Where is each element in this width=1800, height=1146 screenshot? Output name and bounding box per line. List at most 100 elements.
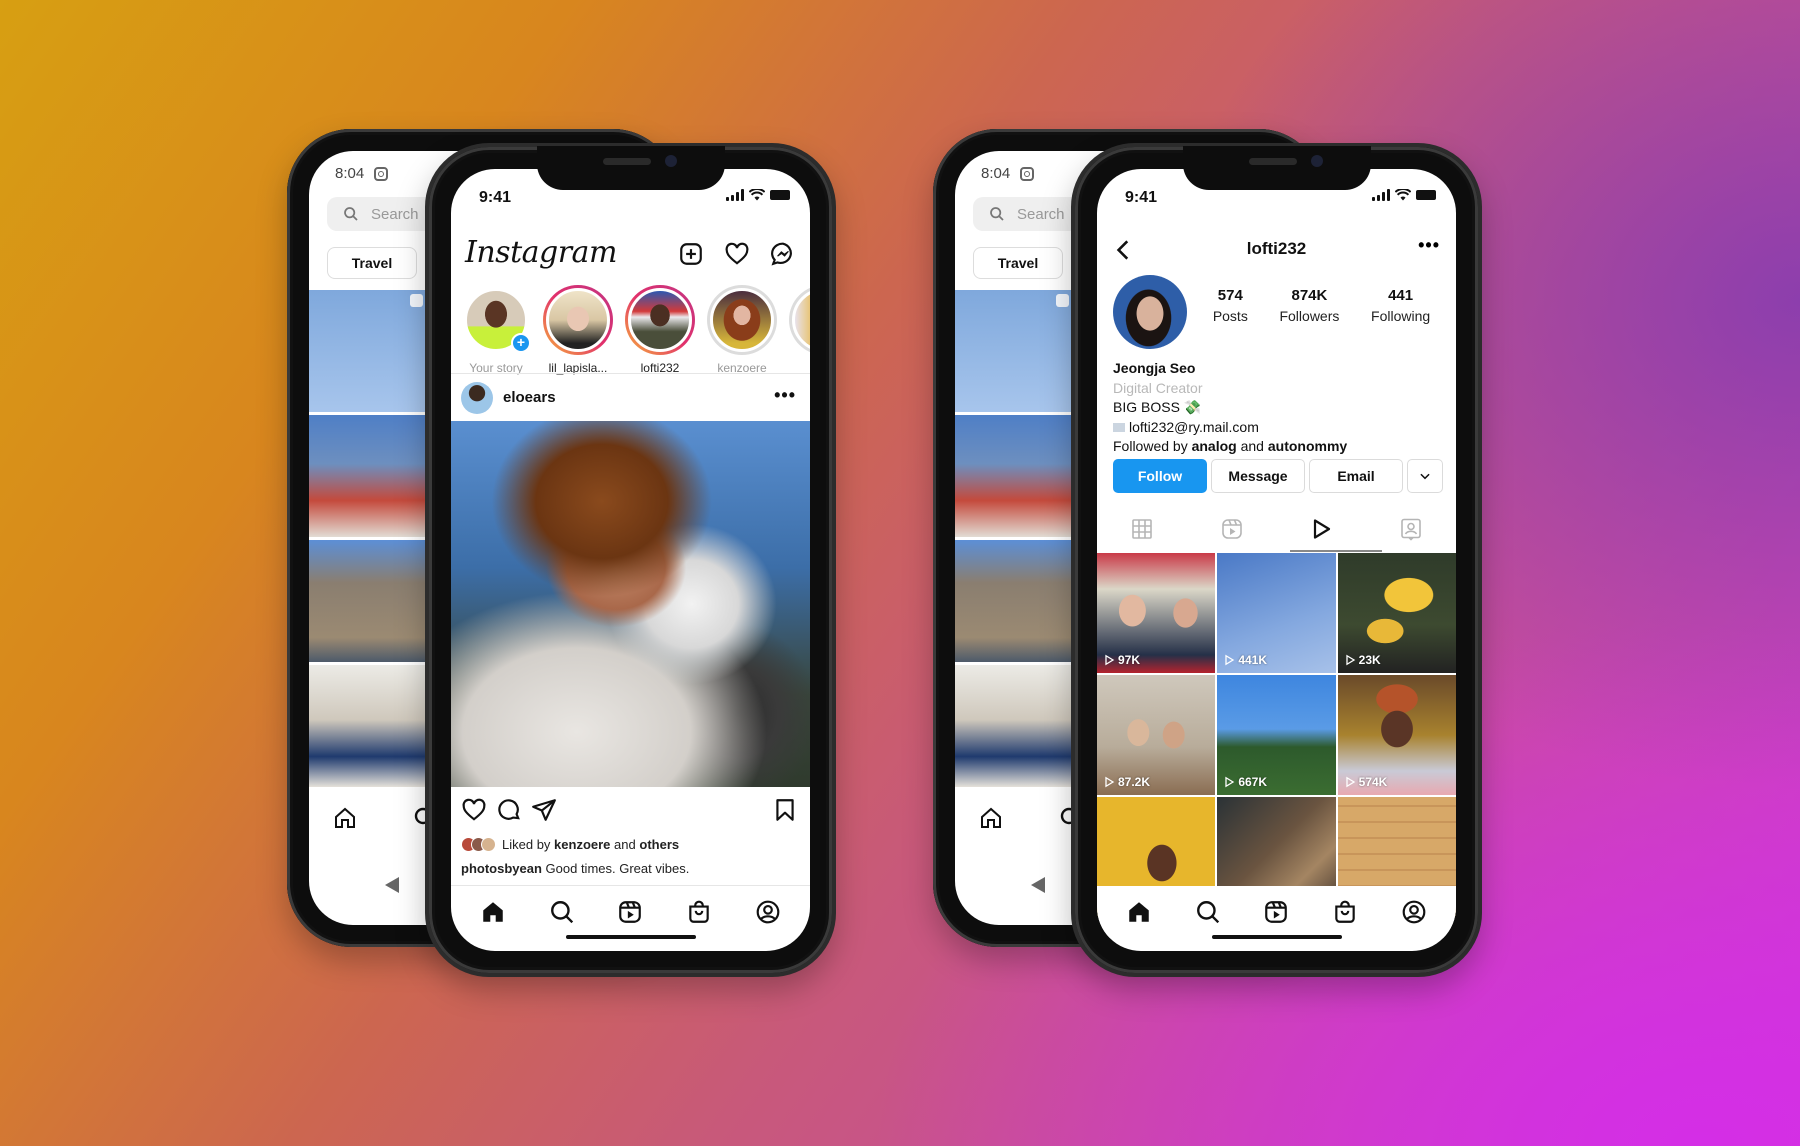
profile-stats: 574 Posts 874K Followers 441 Following	[1197, 287, 1446, 324]
wifi-icon	[1395, 189, 1411, 201]
explore-tile[interactable]	[309, 290, 429, 412]
post-author-username[interactable]: eloears	[503, 389, 556, 406]
bio-email[interactable]: lofti232@ry.mail.com	[1113, 418, 1347, 438]
video-tile[interactable]: 667K	[1217, 675, 1336, 795]
video-tile[interactable]: 441K	[1217, 553, 1336, 673]
reels-icon[interactable]	[617, 899, 643, 925]
video-tile[interactable]: 97K	[1097, 553, 1216, 673]
followed-by-user[interactable]: autonommy	[1268, 438, 1347, 454]
tagged-icon[interactable]	[1399, 517, 1423, 541]
video-tile[interactable]: 23K	[1337, 553, 1456, 673]
story-your-story[interactable]: + Your story	[461, 285, 531, 375]
explore-tile[interactable]	[955, 540, 1075, 662]
home-icon[interactable]	[333, 806, 357, 830]
profile-username: lofti232	[1246, 239, 1307, 258]
more-options-icon[interactable]: •••	[774, 385, 796, 406]
search-icon[interactable]	[549, 899, 575, 925]
stat-label: Following	[1371, 308, 1431, 324]
liker-avatars	[461, 837, 496, 852]
chip-travel[interactable]: Travel	[973, 247, 1063, 279]
post-header: eloears •••	[451, 375, 810, 421]
suggested-dropdown-button[interactable]	[1407, 459, 1443, 493]
home-icon[interactable]	[1126, 899, 1152, 925]
story-item[interactable]: lofti232	[625, 285, 695, 375]
more-options-icon[interactable]: •••	[1418, 235, 1440, 256]
stat-following[interactable]: 441 Following	[1371, 287, 1430, 324]
email-text: lofti232@ry.mail.com	[1129, 418, 1259, 435]
feed-screen: 9:41 Instagram + Your story lil_lapisla.…	[451, 169, 810, 951]
caption-username[interactable]: photosbyean	[461, 861, 542, 876]
stat-posts[interactable]: 574 Posts	[1213, 287, 1248, 324]
liked-by-others[interactable]: others	[639, 837, 679, 852]
stat-followers[interactable]: 874K Followers	[1279, 287, 1339, 324]
status-time: 8:04	[981, 165, 1011, 182]
followed-by-and: and	[1240, 438, 1264, 454]
grid-icon[interactable]	[1130, 517, 1154, 541]
status-time: 9:41	[1125, 189, 1158, 206]
share-icon[interactable]	[531, 797, 557, 823]
messenger-icon[interactable]	[770, 241, 796, 267]
comment-icon[interactable]	[496, 797, 522, 823]
story-item[interactable]: kenzoere	[707, 285, 777, 375]
home-indicator[interactable]	[1211, 935, 1342, 939]
story-item[interactable]: lil_lapisla...	[543, 285, 613, 375]
home-indicator[interactable]	[565, 935, 696, 939]
reels-icon[interactable]	[1220, 517, 1244, 541]
email-button[interactable]: Email	[1309, 459, 1403, 493]
story-avatar	[710, 288, 774, 352]
explore-tile[interactable]	[309, 540, 429, 662]
view-count: 87.2K	[1103, 775, 1150, 789]
story-item[interactable]: sapp	[789, 285, 810, 375]
chip-travel[interactable]: Travel	[327, 247, 417, 279]
search-icon[interactable]	[1195, 899, 1221, 925]
feed-phone: 9:41 Instagram + Your story lil_lapisla.…	[425, 143, 836, 977]
post-caption: photosbyean Good times. Great vibes.	[461, 861, 689, 876]
home-icon[interactable]	[979, 806, 1003, 830]
explore-tile[interactable]	[955, 415, 1075, 537]
story-avatar	[546, 288, 610, 352]
stat-label: Followers	[1279, 308, 1340, 324]
message-button[interactable]: Message	[1211, 459, 1305, 493]
view-count: 667K	[1223, 775, 1267, 789]
video-tile[interactable]: 87.2K	[1097, 675, 1216, 795]
likes-summary[interactable]: Liked by kenzoere and others	[461, 837, 679, 852]
profile-actions: Follow Message Email	[1113, 459, 1443, 493]
profile-icon[interactable]	[755, 899, 781, 925]
profile-category: Digital Creator	[1113, 379, 1203, 396]
stat-label: Posts	[1212, 308, 1248, 324]
android-back-icon[interactable]	[1031, 877, 1045, 893]
story-avatar	[628, 288, 692, 352]
profile-icon[interactable]	[1401, 899, 1427, 925]
android-back-icon[interactable]	[385, 877, 399, 893]
like-icon[interactable]	[461, 797, 487, 823]
video-tile[interactable]: 574K	[1337, 675, 1456, 795]
liked-by-user[interactable]: kenzoere	[554, 837, 610, 852]
status-bar: 8:04	[981, 165, 1035, 182]
profile-avatar[interactable]	[1113, 275, 1187, 349]
chevron-down-icon	[1420, 473, 1430, 480]
explore-tile[interactable]	[309, 415, 429, 537]
follow-button[interactable]: Follow	[1113, 459, 1207, 493]
explore-tile[interactable]	[955, 290, 1075, 412]
stat-value: 574	[1217, 287, 1243, 304]
post-image[interactable]	[451, 421, 810, 787]
followed-by-user[interactable]: analog	[1192, 438, 1237, 454]
explore-tile[interactable]	[955, 665, 1075, 787]
heart-icon[interactable]	[724, 241, 750, 267]
new-post-icon[interactable]	[678, 241, 704, 267]
add-story-icon[interactable]: +	[511, 333, 531, 353]
explore-tile[interactable]	[309, 665, 429, 787]
stories-tray: + Your story lil_lapisla... lofti232 ken…	[461, 285, 810, 375]
play-icon	[1346, 776, 1355, 788]
save-icon[interactable]	[772, 797, 798, 823]
play-icon	[1225, 654, 1235, 666]
reels-icon[interactable]	[1263, 899, 1289, 925]
play-icon	[1346, 654, 1355, 666]
profile-phone: 9:41 lofti232 ••• 574 Posts 874K Followers…	[1071, 143, 1482, 977]
home-icon[interactable]	[480, 899, 506, 925]
post-author-avatar[interactable]	[461, 382, 493, 414]
video-icon[interactable]	[1309, 517, 1333, 541]
shop-icon[interactable]	[1332, 899, 1358, 925]
followed-by[interactable]: Followed by analog and autonommy	[1113, 437, 1347, 457]
shop-icon[interactable]	[686, 899, 712, 925]
